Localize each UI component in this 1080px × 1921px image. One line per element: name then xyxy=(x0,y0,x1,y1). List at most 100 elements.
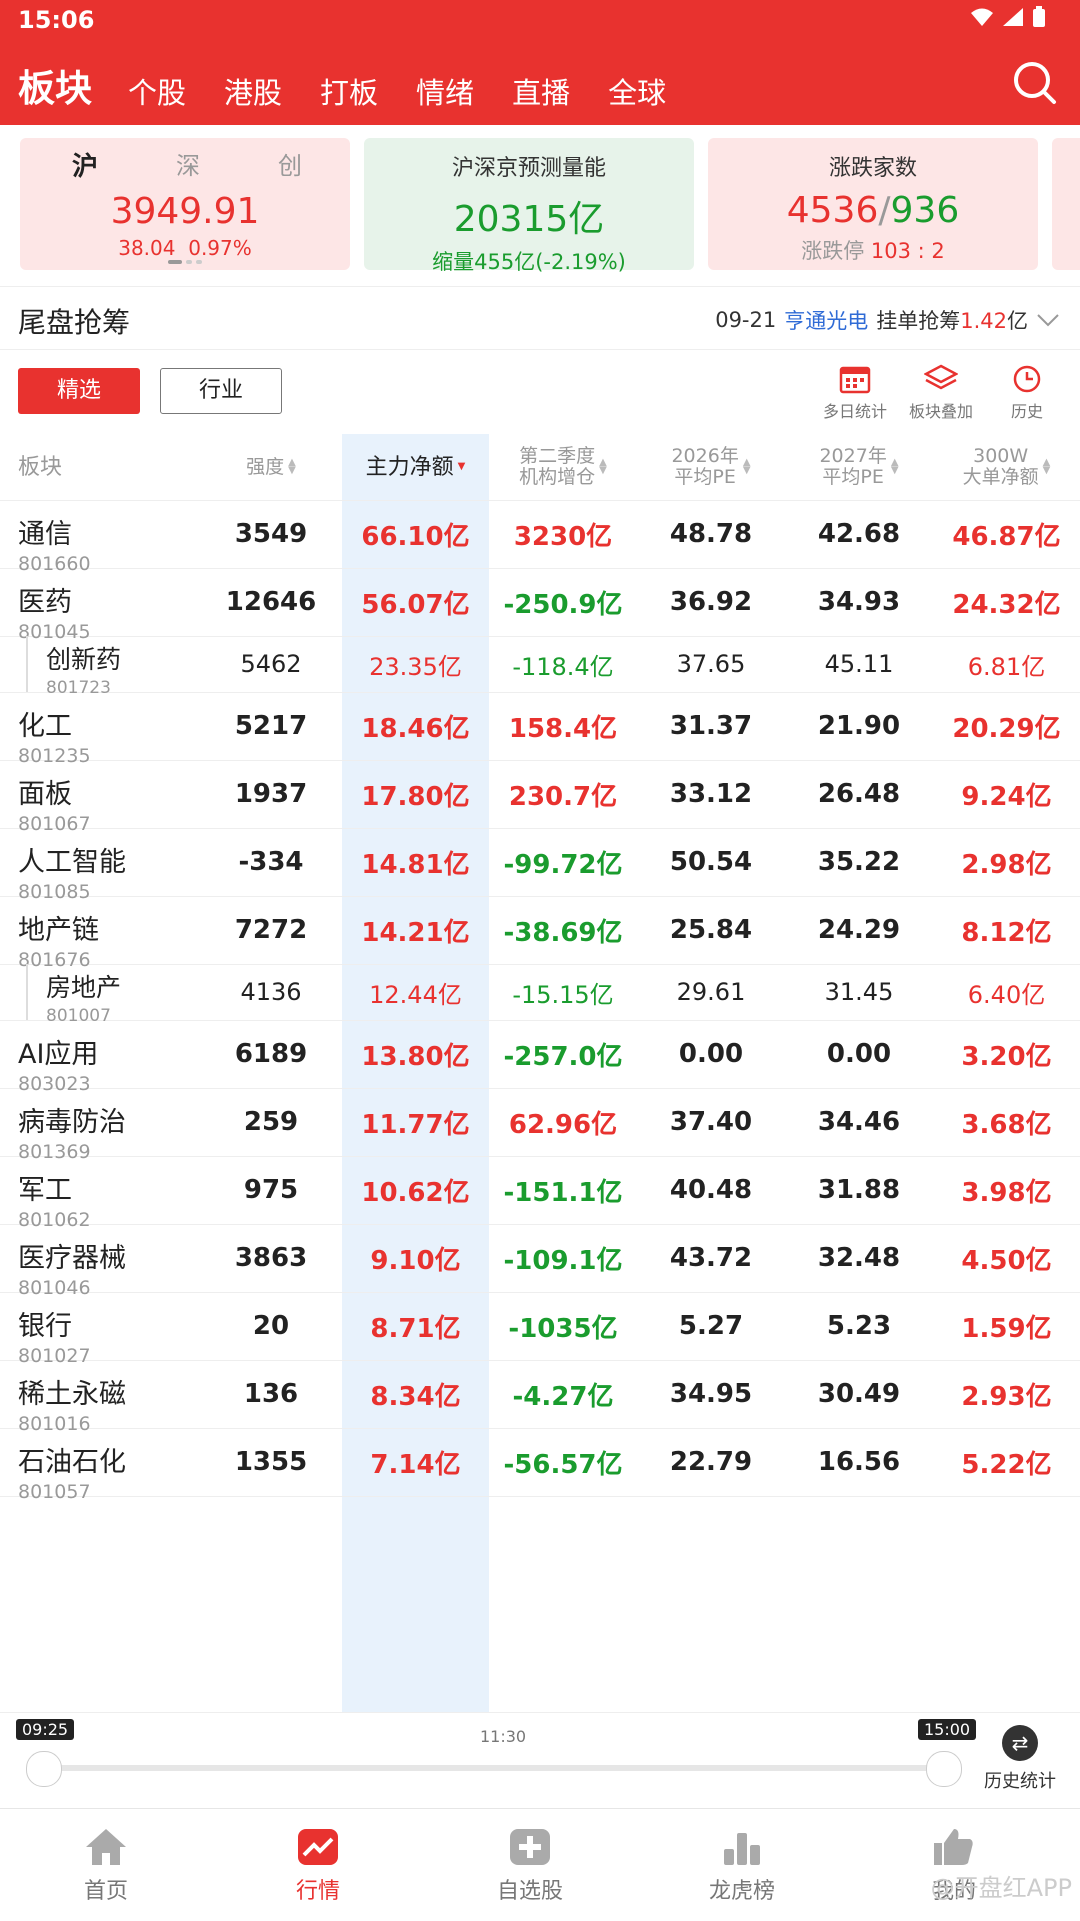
value-pe27: 5.23 xyxy=(826,1311,892,1341)
sector-row[interactable]: 军工 801062 975 10.62亿 -151.1亿 40.48 31.88 3.98亿 xyxy=(0,1156,1080,1231)
search-icon[interactable] xyxy=(1010,58,1058,106)
value-pe26: 34.95 xyxy=(669,1379,753,1409)
cell-strength: 259 xyxy=(200,1088,342,1156)
sector-row[interactable]: 银行 801027 20 8.71亿 -1035亿 5.27 5.23 1.59亿 xyxy=(0,1292,1080,1367)
value-pe26: 40.48 xyxy=(669,1175,753,1205)
col-net[interactable]: 主力净额 ▼ xyxy=(342,434,489,500)
watermark: @开盘红APP xyxy=(930,1874,1072,1902)
value-net: 23.35亿 xyxy=(369,652,462,681)
cell-net: 14.21亿 xyxy=(342,896,489,964)
breadth-sub: 涨跌停 103 : 2 xyxy=(708,235,1038,265)
col-pe26[interactable]: 2026年 平均PE ▲ ▼ xyxy=(637,434,785,500)
cell-inst: 3230亿 xyxy=(489,500,637,568)
value-pe26: 5.27 xyxy=(678,1311,744,1341)
section-header[interactable]: 尾盘抢筹 09-21 亨通光电 挂单抢筹 1.42亿 xyxy=(0,286,1080,350)
col-pe27[interactable]: 2027年 平均PE ▲ ▼ xyxy=(785,434,933,500)
tab-limit[interactable]: 打板 xyxy=(320,70,378,112)
cell-big: 6.81亿 xyxy=(933,636,1080,692)
cell-net: 10.62亿 xyxy=(342,1156,489,1224)
sector-row[interactable]: 病毒防治 801369 259 11.77亿 62.96亿 37.40 34.46 3.68亿 xyxy=(0,1088,1080,1163)
sector-row[interactable]: 化工 801235 5217 18.46亿 158.4亿 31.37 21.90 20.29亿 xyxy=(0,692,1080,767)
sector-name-cell: 面板 801067 xyxy=(18,772,91,835)
section-info[interactable]: 09-21 亨通光电 挂单抢筹 1.42亿 xyxy=(715,305,1060,335)
bottom-nav-watchlist[interactable]: 自选股 xyxy=(424,1809,636,1921)
bottom-nav-dragon[interactable]: 龙虎榜 xyxy=(636,1809,848,1921)
index-tab-sz[interactable]: 深 xyxy=(176,146,200,183)
slider-track[interactable] xyxy=(44,1765,944,1771)
battery-icon xyxy=(1033,6,1045,27)
sector-row[interactable]: 地产链 801676 7272 14.21亿 -38.69亿 25.84 24.29 8.12… xyxy=(0,896,1080,971)
sector-row[interactable]: 石油石化 801057 1355 7.14亿 -56.57亿 22.79 16.56 5.22… xyxy=(0,1428,1080,1503)
tab-hk[interactable]: 港股 xyxy=(224,70,282,112)
multi-day-stats-button[interactable]: 多日统计 xyxy=(822,364,888,422)
volume-card[interactable]: 沪深京预测量能 20315亿 缩量455亿(-2.19%) xyxy=(364,138,694,274)
cell-inst: -1035亿 xyxy=(489,1292,637,1360)
value-inst: 230.7亿 xyxy=(508,781,618,812)
history-stats-label: 历史统计 xyxy=(984,1771,1056,1792)
chevron-down-icon[interactable] xyxy=(1036,313,1060,327)
sector-name: 稀土永磁 xyxy=(18,1379,126,1410)
sector-row[interactable]: 医疗器械 801046 3863 9.10亿 -109.1亿 43.72 32.48 4.50… xyxy=(0,1224,1080,1299)
sub-sector-row[interactable]: 房地产 801007 4136 12.44亿 -15.15亿 29.61 31.45 6.40… xyxy=(0,964,1080,1026)
cell-big: 4.50亿 xyxy=(933,1224,1080,1292)
value-net: 18.46亿 xyxy=(361,713,470,744)
cell-pe27: 31.88 xyxy=(785,1156,933,1224)
value-strength: 4136 xyxy=(240,978,302,1006)
col-inst[interactable]: 第二季度 机构增仓 ▲ ▼ xyxy=(489,434,637,500)
value-pe26: 33.12 xyxy=(669,779,753,809)
industry-button[interactable]: 行业 xyxy=(160,368,282,414)
cell-net: 7.14亿 xyxy=(342,1428,489,1496)
value-big: 5.22亿 xyxy=(961,1449,1052,1480)
sector-row[interactable]: AI应用 803023 6189 13.80亿 -257.0亿 0.00 0.00 3.20亿 xyxy=(0,1020,1080,1095)
value-strength: -334 xyxy=(238,847,304,877)
tab-global[interactable]: 全球 xyxy=(608,70,666,112)
col-big[interactable]: 300W 大单净额 ▲ ▼ xyxy=(933,434,1080,500)
bottom-nav-label: 龙虎榜 xyxy=(708,1879,775,1904)
breadth-card[interactable]: 涨跌家数 4536/936 涨跌停 103 : 2 xyxy=(708,138,1038,270)
sector-overlay-button[interactable]: 板块叠加 xyxy=(908,364,974,422)
index-tab-cy[interactable]: 创 xyxy=(278,146,302,183)
tab-live[interactable]: 直播 xyxy=(512,70,570,112)
clock-icon xyxy=(1013,365,1041,393)
info-stock[interactable]: 亨通光电 xyxy=(784,305,868,335)
sector-row[interactable]: 医药 801045 12646 56.07亿 -250.9亿 36.92 34.93 24.3… xyxy=(0,568,1080,643)
sector-name: 病毒防治 xyxy=(18,1107,126,1138)
index-tabs: 沪 深 创 xyxy=(20,138,350,183)
sector-row[interactable]: 人工智能 801085 -334 14.81亿 -99.72亿 50.54 35.22 2.9… xyxy=(0,828,1080,903)
slider-start-handle[interactable] xyxy=(26,1751,62,1787)
selected-button[interactable]: 精选 xyxy=(18,368,140,414)
next-card-peek[interactable] xyxy=(1052,138,1080,270)
history-button[interactable]: 历史 xyxy=(994,364,1060,422)
value-inst: -109.1亿 xyxy=(503,1245,623,1276)
thumb-up-icon xyxy=(934,1829,973,1865)
trend-icon xyxy=(298,1829,338,1865)
plus-square-icon xyxy=(510,1829,550,1865)
index-card[interactable]: 沪 深 创 3949.91 38.04 0.97% xyxy=(20,138,350,270)
value-pe26: 31.37 xyxy=(669,711,753,741)
value-big: 6.40亿 xyxy=(967,980,1046,1009)
bottom-nav-home[interactable]: 首页 xyxy=(0,1809,212,1921)
sector-row[interactable]: 通信 801660 3549 66.10亿 3230亿 48.78 42.68 46.87亿 xyxy=(0,500,1080,575)
index-tab-sh[interactable]: 沪 xyxy=(72,146,98,183)
slider-end-handle[interactable] xyxy=(926,1751,962,1787)
col-strength[interactable]: 强度 ▲ ▼ xyxy=(200,434,342,500)
sector-row[interactable]: 稀土永磁 801016 136 8.34亿 -4.27亿 34.95 30.49 2.93亿 xyxy=(0,1360,1080,1435)
value-strength: 1355 xyxy=(234,1447,308,1477)
value-pe27: 42.68 xyxy=(817,519,901,549)
tab-stock[interactable]: 个股 xyxy=(128,70,186,112)
bottom-nav-mine[interactable]: 我的 xyxy=(848,1809,1060,1921)
tab-sentiment[interactable]: 情绪 xyxy=(416,70,474,112)
tab-sector[interactable]: 板块 xyxy=(18,58,92,112)
value-net: 14.21亿 xyxy=(361,917,470,948)
cell-big: 3.20亿 xyxy=(933,1020,1080,1088)
sub-sector-row[interactable]: 创新药 801723 5462 23.35亿 -118.4亿 37.65 45.11 6.81… xyxy=(0,636,1080,698)
cell-big: 20.29亿 xyxy=(933,692,1080,760)
cell-strength: 3863 xyxy=(200,1224,342,1292)
history-stats-button[interactable]: ⇄ 历史统计 xyxy=(980,1725,1060,1793)
value-net: 8.34亿 xyxy=(370,1381,461,1412)
cell-inst: -118.4亿 xyxy=(489,636,637,692)
sector-row[interactable]: 面板 801067 1937 17.80亿 230.7亿 33.12 26.48 9.24亿 xyxy=(0,760,1080,835)
sub-indent-line xyxy=(26,636,28,692)
sector-table[interactable]: 板块 强度 ▲ ▼ 主力净额 ▼ 第二季度 机构增仓 ▲ ▼ 2026年 平均PE ▲ ▼ 202… xyxy=(0,434,1080,1712)
bottom-nav-market[interactable]: 行情 xyxy=(212,1809,424,1921)
